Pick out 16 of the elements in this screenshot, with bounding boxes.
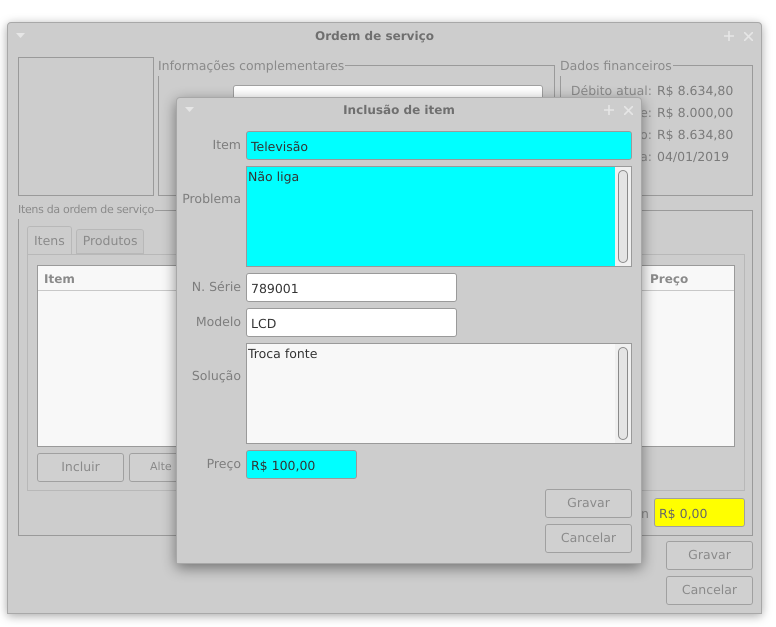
field-value: R$ 8.634,80: [657, 126, 734, 144]
total-field: R$ 0,00: [654, 498, 745, 527]
group-title: Informações complementares: [158, 57, 346, 76]
field-value: R$ 8.634,80: [657, 82, 734, 100]
field-label: N. Série: [190, 278, 241, 296]
dialog-title: Inclusão de item: [343, 102, 455, 119]
field-value: R$ 8.000,00: [657, 104, 734, 122]
field-label: Problema: [181, 190, 241, 208]
window-title: Ordem de serviço: [315, 28, 434, 45]
field-label: Item: [212, 136, 241, 154]
field-label: Solução: [190, 367, 241, 385]
field-label: Modelo: [194, 313, 241, 332]
field-label: Débito atual:: [570, 82, 652, 100]
field-value: 04/01/2019: [657, 148, 730, 166]
field-label: n: [641, 505, 649, 523]
group-title: Itens da ordem de serviço: [18, 202, 155, 218]
